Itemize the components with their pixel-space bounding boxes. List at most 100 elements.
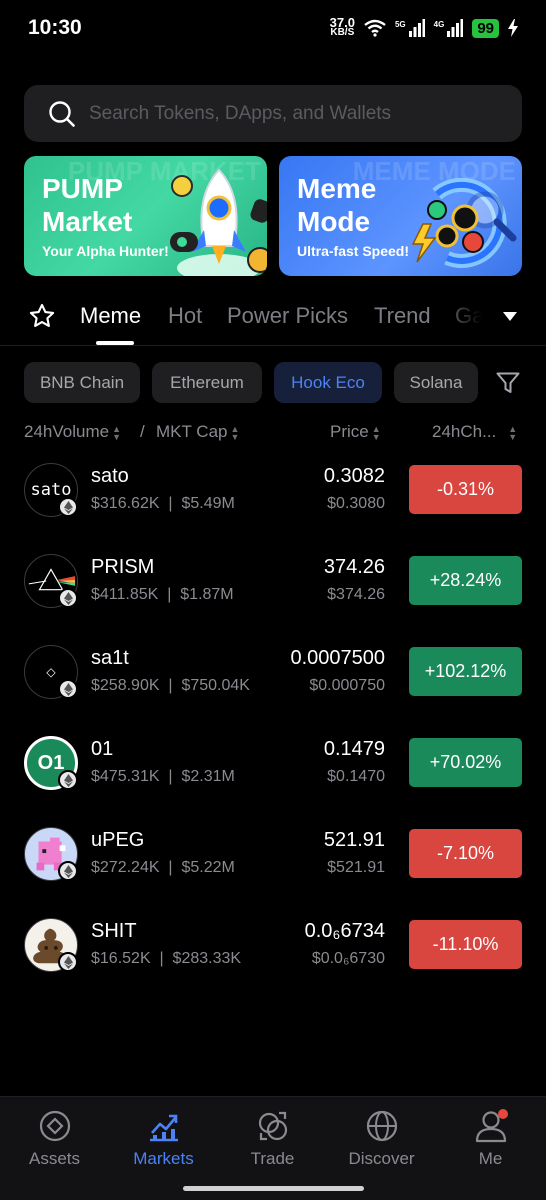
token-volume: $272.24K (91, 859, 160, 876)
ethereum-icon (58, 952, 78, 972)
change-badge[interactable]: -11.10% (409, 920, 522, 969)
token-name: sato (91, 465, 129, 487)
token-row[interactable]: SHIT $16.52K | $283.33K 0.0₆6734 $0.0₆67… (0, 910, 546, 982)
token-price-usd: $374.26 (327, 586, 385, 603)
chevron-down-icon[interactable] (503, 312, 517, 321)
token-price: 521.91 (323, 829, 385, 851)
token-price: 374.26 (323, 556, 385, 578)
token-price-usd: $0.3080 (327, 495, 385, 512)
discover-icon (366, 1110, 397, 1142)
signal-icon-2 (447, 19, 464, 37)
signal2-label: 4G (433, 19, 445, 29)
sort-arrows-icon: ▲ ▼ (112, 423, 121, 442)
banner-meme-mode[interactable]: MEME MODE Meme Mode Ultra-fast Speed! (279, 156, 522, 276)
change-badge[interactable]: -7.10% (409, 829, 522, 878)
category-tabs: Meme Hot Power Picks Trend Ga (0, 290, 546, 346)
sort-volume[interactable]: 24hVolume ▲ ▼ (24, 422, 121, 442)
token-price-usd: $0.000750 (309, 677, 385, 694)
nav-assets[interactable]: Assets (0, 1109, 109, 1169)
token-mkt-cap: $750.04K (181, 677, 250, 694)
wifi-icon (364, 19, 386, 37)
charging-icon (508, 19, 518, 37)
tab-hot[interactable]: Hot (168, 303, 202, 329)
sort-change[interactable]: 24hCh... ▲ ▼ (432, 422, 517, 442)
token-row[interactable]: sato sato $316.62K | $5.49M 0.3082 $0.30… (0, 455, 546, 527)
banner-title: PUMP Market (42, 173, 133, 237)
token-mkt-cap: $1.87M (180, 586, 234, 603)
chip-solana[interactable]: Solana (394, 362, 478, 403)
token-stats: $475.31K | $2.31M (91, 768, 235, 785)
change-badge[interactable]: +70.02% (409, 738, 522, 787)
token-row[interactable]: O1 01 $475.31K | $2.31M 0.1479 $0.1470 +… (0, 728, 546, 800)
token-mkt-cap: $283.33K (172, 950, 242, 967)
token-volume: $411.85K (91, 586, 159, 603)
token-price: 0.1479 (323, 738, 385, 760)
token-row[interactable]: ◇ sa1t $258.90K | $750.04K 0.0007500 $0.… (0, 637, 546, 709)
search-bar[interactable] (24, 85, 522, 142)
active-tab-underline (96, 341, 134, 345)
assets-icon (39, 1110, 70, 1142)
nav-trade[interactable]: Trade (218, 1109, 327, 1169)
signal-icon (408, 19, 425, 37)
token-price: 0.0₆6734 (304, 920, 385, 942)
filter-icon[interactable] (496, 372, 520, 394)
sort-arrows-icon: ▲ ▼ (371, 423, 381, 442)
notification-dot (498, 1109, 508, 1119)
token-price: 0.0007500 (290, 647, 385, 669)
chip-bnb-chain[interactable]: BNB Chain (24, 362, 140, 403)
token-stats: $411.85K | $1.87M (91, 586, 234, 603)
change-badge[interactable]: -0.31% (409, 465, 522, 514)
rocket-icon (170, 168, 267, 276)
status-icons: 37.0 KB/S 5G 4G 99 (330, 16, 518, 38)
change-badge[interactable]: +28.24% (409, 556, 522, 605)
nav-label: Trade (250, 1149, 295, 1168)
search-icon (49, 101, 75, 127)
nav-discover[interactable]: Discover (327, 1109, 436, 1169)
sort-header: 24hVolume ▲ ▼ / MKT Cap ▲ ▼ Price ▲ ▼ 24hCh...… (24, 422, 522, 444)
token-name: PRISM (91, 556, 155, 578)
net-speed: 37.0 KB/S (330, 16, 355, 38)
token-price-usd: $0.1470 (327, 768, 385, 785)
nav-label: Discover (348, 1149, 415, 1168)
sort-separator: / (140, 422, 145, 441)
status-time: 10:30 (28, 16, 82, 39)
tab-fade-overlay (440, 290, 500, 345)
tab-power-picks[interactable]: Power Picks (227, 303, 348, 329)
sort-mkt-cap[interactable]: MKT Cap ▲ ▼ (156, 422, 239, 442)
token-stats: $258.90K | $750.04K (91, 677, 250, 694)
nav-label: Me (478, 1149, 503, 1168)
tab-trend[interactable]: Trend (374, 303, 431, 329)
status-bar: 10:30 37.0 KB/S 5G 4G 99 (0, 0, 546, 60)
avatar-text: O1 (37, 751, 65, 774)
chip-hook-eco[interactable]: Hook Eco (274, 362, 382, 403)
sort-mkt-cap-label: MKT Cap (156, 422, 228, 441)
home-indicator[interactable] (183, 1186, 364, 1191)
token-volume: $475.31K (91, 768, 160, 785)
change-badge[interactable]: +102.12% (409, 647, 522, 696)
token-row[interactable]: PRISM $411.85K | $1.87M 374.26 $374.26 +… (0, 546, 546, 618)
sort-price-label: Price (330, 422, 369, 441)
ethereum-icon (58, 588, 78, 608)
ethereum-icon (58, 497, 78, 517)
nav-me[interactable]: Me (436, 1109, 545, 1169)
sort-arrows-icon: ▲ ▼ (508, 423, 518, 442)
sort-arrows-icon: ▲ ▼ (230, 423, 240, 442)
trade-icon (258, 1111, 287, 1141)
ethereum-icon (58, 770, 78, 790)
favorites-star-icon[interactable] (28, 302, 56, 330)
ethereum-icon (58, 861, 78, 881)
bottom-nav: Assets Markets Trade Discover Me (0, 1096, 546, 1200)
token-price: 0.3082 (323, 465, 385, 487)
banner-subtitle: Your Alpha Hunter! (42, 243, 169, 259)
sort-price[interactable]: Price ▲ ▼ (330, 422, 381, 442)
signal1-label: 5G (394, 19, 406, 29)
banner-pump-market[interactable]: PUMP MARKET PUMP Market Your Alpha Hunte… (24, 156, 267, 276)
token-row[interactable]: uPEG $272.24K | $5.22M 521.91 $521.91 -7… (0, 819, 546, 891)
nav-markets[interactable]: Markets (109, 1109, 218, 1169)
chip-ethereum[interactable]: Ethereum (152, 362, 262, 403)
token-name: uPEG (91, 829, 145, 851)
search-input[interactable] (89, 102, 489, 125)
markets-icon (149, 1114, 178, 1142)
coins-magnifier-icon (411, 177, 517, 268)
tab-meme[interactable]: Meme (80, 303, 141, 329)
